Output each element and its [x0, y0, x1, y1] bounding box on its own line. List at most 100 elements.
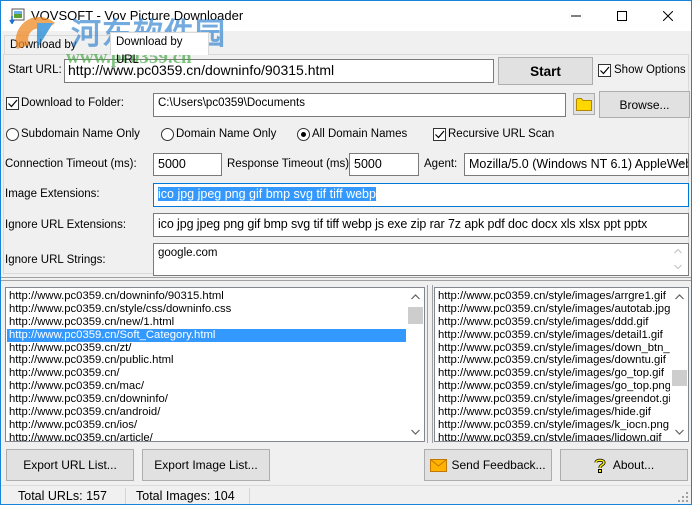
image-list-item[interactable]: http://www.pc0359.cn/style/images/autota…: [436, 303, 670, 316]
image-list-item[interactable]: http://www.pc0359.cn/style/images/down_b…: [436, 342, 670, 355]
image-extensions-label: Image Extensions:: [5, 188, 100, 200]
scroll-up-icon[interactable]: [675, 294, 684, 300]
envelope-icon: [430, 458, 448, 472]
total-images-status: Total Images: 104: [136, 489, 235, 503]
minimize-button[interactable]: [553, 1, 599, 31]
start-button[interactable]: Start: [498, 57, 593, 85]
folder-path-input[interactable]: C:\Users\pc0359\Documents: [153, 93, 566, 117]
image-list-item[interactable]: http://www.pc0359.cn/style/images/go_top…: [436, 380, 670, 393]
all-domains-radio[interactable]: [297, 128, 310, 141]
domain-only-radio[interactable]: [161, 128, 174, 141]
domain-only-label: Domain Name Only: [176, 128, 277, 140]
image-list-item[interactable]: http://www.pc0359.cn/style/images/ddd.gi…: [436, 316, 670, 329]
ignore-url-extensions-label: Ignore URL Extensions:: [5, 219, 127, 231]
connection-timeout-label: Connection Timeout (ms):: [5, 158, 137, 170]
status-bar: Total URLs: 157 Total Images: 104: [1, 485, 691, 505]
export-image-list-button[interactable]: Export Image List...: [142, 449, 270, 481]
url-list-item[interactable]: http://www.pc0359.cn/style/css/downinfo.…: [7, 303, 406, 316]
image-list-items: http://www.pc0359.cn/style/images/arrgre…: [436, 290, 670, 441]
image-list-item[interactable]: http://www.pc0359.cn/style/images/greend…: [436, 393, 670, 406]
image-list-item[interactable]: http://www.pc0359.cn/style/images/hide.g…: [436, 406, 670, 419]
help-icon: [594, 458, 606, 473]
connection-timeout-input[interactable]: 5000: [153, 153, 222, 176]
close-icon: [663, 11, 673, 21]
url-list-item[interactable]: http://www.pc0359.cn/new/1.html: [7, 316, 406, 329]
checkmark-icon: [600, 66, 610, 75]
image-list-item[interactable]: http://www.pc0359.cn/style/images/detail…: [436, 329, 670, 342]
maximize-button[interactable]: [599, 1, 645, 31]
url-list-item[interactable]: http://www.pc0359.cn/downinfo/90315.html: [7, 290, 406, 303]
minimize-icon: [571, 15, 581, 17]
response-timeout-label: Response Timeout (ms):: [227, 158, 353, 170]
url-list-item[interactable]: http://www.pc0359.cn/mac/: [7, 380, 406, 393]
tab-download-by-query[interactable]: Download by Query: [4, 35, 111, 69]
download-to-folder-checkbox[interactable]: [6, 97, 19, 110]
start-url-label: Start URL:: [8, 64, 62, 76]
scroll-up-icon: [674, 248, 682, 254]
image-extensions-selected-text: ico jpg jpeg png gif bmp svg tif tiff we…: [158, 187, 376, 201]
image-list-item[interactable]: http://www.pc0359.cn/style/images/k_iocn…: [436, 419, 670, 432]
resize-grip-icon[interactable]: [678, 492, 688, 502]
send-feedback-button[interactable]: Send Feedback...: [424, 449, 552, 481]
horizontal-splitter[interactable]: [1, 277, 691, 281]
status-separator: [125, 488, 126, 504]
checkmark-icon: [435, 130, 445, 139]
folder-icon: [576, 98, 592, 111]
open-folder-button[interactable]: [573, 93, 595, 115]
export-url-list-button[interactable]: Export URL List...: [6, 449, 134, 481]
send-feedback-label: Send Feedback...: [451, 458, 546, 472]
url-list-item[interactable]: http://www.pc0359.cn/downinfo/: [7, 393, 406, 406]
close-button[interactable]: [645, 1, 691, 31]
scroll-down-icon[interactable]: [675, 429, 684, 435]
show-options-checkbox[interactable]: [598, 64, 611, 77]
url-list-item[interactable]: http://www.pc0359.cn/ios/: [7, 419, 406, 432]
app-icon: [9, 8, 25, 26]
response-timeout-input[interactable]: 5000: [349, 153, 419, 176]
url-list-scroll-thumb[interactable]: [408, 307, 423, 324]
url-list-item[interactable]: http://www.pc0359.cn/zt/: [7, 342, 406, 355]
url-list-item[interactable]: http://www.pc0359.cn/article/: [7, 432, 406, 441]
ignore-url-strings-textarea[interactable]: google.com: [153, 243, 689, 276]
image-list-scrollbar[interactable]: [671, 288, 688, 441]
tab-download-by-url[interactable]: Download by URL: [110, 32, 209, 66]
ignore-url-strings-value: google.com: [158, 247, 218, 259]
image-listbox[interactable]: http://www.pc0359.cn/style/images/arrgre…: [434, 287, 689, 442]
agent-select[interactable]: Mozilla/5.0 (Windows NT 6.1) AppleWebKit: [464, 153, 689, 176]
scroll-up-icon[interactable]: [411, 294, 420, 300]
image-extensions-input[interactable]: ico jpg jpeg png gif bmp svg tif tiff we…: [153, 183, 689, 207]
browse-button[interactable]: Browse...: [599, 91, 690, 118]
image-list-item[interactable]: http://www.pc0359.cn/style/images/go_top…: [436, 367, 670, 380]
subdomain-only-label: Subdomain Name Only: [21, 128, 140, 140]
scroll-down-icon[interactable]: [411, 429, 420, 435]
vertical-splitter[interactable]: [427, 285, 433, 443]
agent-label: Agent:: [424, 158, 458, 170]
url-list-item[interactable]: http://www.pc0359.cn/Soft_Category.html: [7, 328, 406, 342]
all-domains-label: All Domain Names: [312, 128, 408, 140]
image-list-scroll-thumb[interactable]: [672, 370, 687, 386]
image-list-item[interactable]: http://www.pc0359.cn/style/images/arrgre…: [436, 290, 670, 303]
subdomain-only-radio[interactable]: [6, 128, 19, 141]
chevron-down-icon: [675, 161, 684, 167]
total-urls-status: Total URLs: 157: [18, 489, 107, 503]
maximize-icon: [617, 11, 627, 21]
scroll-down-icon: [674, 264, 682, 270]
url-list-item[interactable]: http://www.pc0359.cn/public.html: [7, 354, 406, 367]
url-list-scrollbar[interactable]: [407, 288, 424, 441]
agent-select-value: Mozilla/5.0 (Windows NT 6.1) AppleWebKit: [469, 157, 689, 171]
window-title: VOVSOFT - Vov Picture Downloader: [31, 8, 244, 23]
url-list-item[interactable]: http://www.pc0359.cn/android/: [7, 406, 406, 419]
ignore-url-extensions-input[interactable]: ico jpg jpeg png gif bmp svg tif tiff we…: [153, 213, 689, 237]
url-listbox[interactable]: http://www.pc0359.cn/downinfo/90315.html…: [5, 287, 425, 442]
image-list-item[interactable]: http://www.pc0359.cn/style/images/lidown…: [436, 432, 670, 441]
image-list-item[interactable]: http://www.pc0359.cn/style/images/downtu…: [436, 354, 670, 367]
ignore-url-strings-label: Ignore URL Strings:: [5, 254, 106, 266]
download-to-folder-label: Download to Folder:: [21, 97, 124, 109]
checkmark-icon: [8, 99, 18, 108]
url-list-item[interactable]: http://www.pc0359.cn/: [7, 367, 406, 380]
recursive-scan-label: Recursive URL Scan: [448, 128, 555, 140]
about-button[interactable]: About...: [560, 449, 688, 481]
status-separator: [249, 488, 250, 504]
app-window: VOVSOFT - Vov Picture Downloader Downloa…: [0, 0, 692, 505]
recursive-scan-checkbox[interactable]: [433, 128, 446, 141]
title-bar: VOVSOFT - Vov Picture Downloader: [1, 1, 691, 31]
